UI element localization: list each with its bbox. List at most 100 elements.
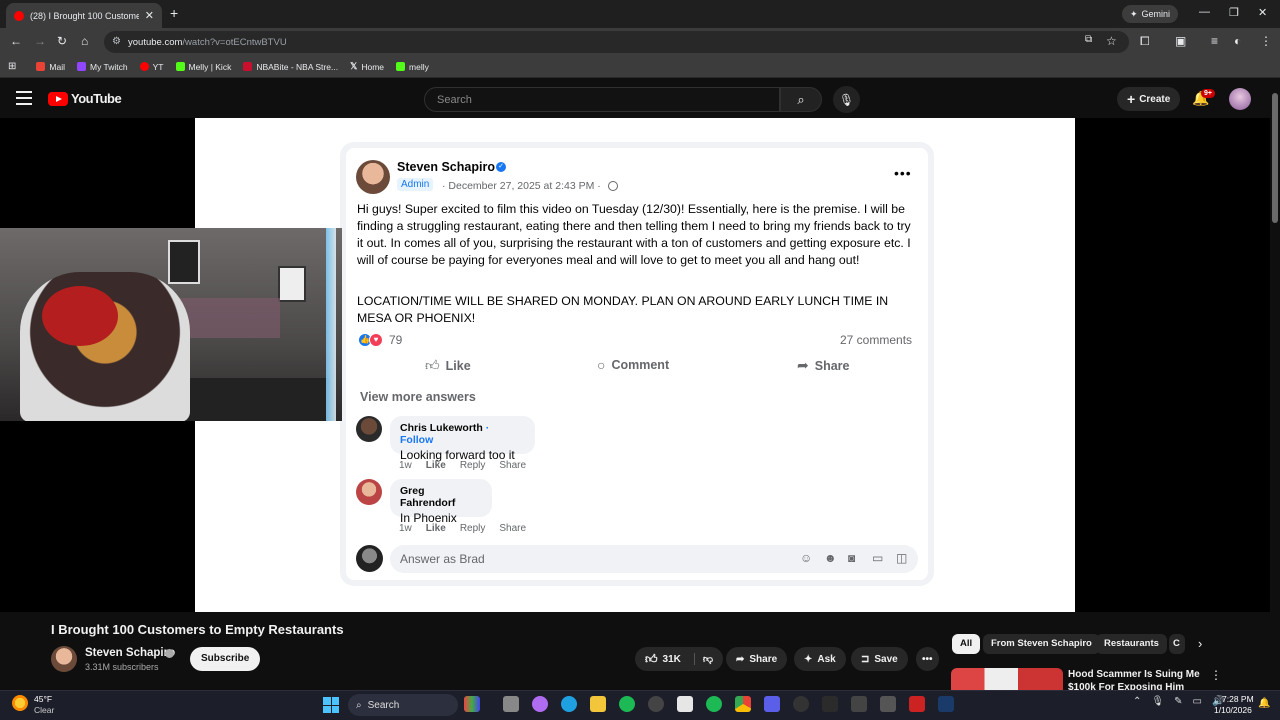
mail-icon [36, 62, 46, 71]
recommended-title[interactable]: Hood Scammer Is Suing Me $100k For Expos… [1068, 668, 1208, 690]
channel-name[interactable]: Steven Schapiro [85, 647, 175, 659]
chip-more[interactable]: C [1169, 634, 1185, 654]
plush-shelf [180, 298, 280, 338]
close-window-icon[interactable]: ✕ [1258, 6, 1267, 19]
address-bar[interactable]: ⚙ youtube.com/watch?v=otECntwBTVU [104, 31, 1129, 53]
recommended-thumbnail[interactable] [951, 668, 1063, 690]
terminal-icon[interactable] [822, 696, 838, 712]
microphone-icon[interactable]: 🎙 [1151, 696, 1164, 707]
recommended-more-icon[interactable]: ⋮ [1210, 668, 1222, 682]
taskbar-search[interactable]: ⌕ Search [348, 694, 458, 716]
install-icon[interactable]: ⧉ [1085, 34, 1092, 45]
bookmark-mail[interactable]: Mail [36, 62, 65, 72]
more-menu-icon[interactable]: ⋮ [1260, 34, 1272, 48]
twitch-icon [76, 62, 86, 71]
share-button[interactable]: ➦ Share [726, 647, 788, 671]
author-avatar [356, 160, 390, 194]
minimize-icon[interactable]: — [1199, 6, 1210, 18]
create-button[interactable]: + Create [1117, 87, 1181, 111]
answer-input: Answer as Brad [390, 545, 918, 573]
led-light [326, 228, 336, 421]
clock-time[interactable]: 7:28 PM [1222, 694, 1254, 704]
subscribe-button[interactable]: Subscribe [190, 647, 261, 671]
copilot-icon[interactable] [532, 696, 548, 712]
channel-avatar[interactable] [51, 646, 77, 672]
chip-restaurants[interactable]: Restaurants [1096, 634, 1167, 654]
commenter-avatar [356, 416, 382, 442]
site-info-icon[interactable]: ⚙ [112, 36, 121, 47]
youtube-logo[interactable]: YouTube [48, 91, 122, 106]
comment-bubble-icon: ○ [597, 357, 606, 373]
verified-badge-icon: ✓ [496, 162, 506, 172]
new-tab-icon[interactable]: + [170, 5, 178, 21]
back-icon[interactable]: ← [10, 34, 22, 48]
steam-icon[interactable] [938, 696, 954, 712]
profile-icon[interactable]: ◐ [1234, 34, 1241, 48]
dislike-icon[interactable]: 👎︎ [693, 653, 713, 665]
weather-icon[interactable] [12, 695, 28, 711]
voice-search-icon[interactable]: 🎙 [833, 86, 860, 113]
nba-icon [243, 62, 253, 71]
account-avatar[interactable] [1229, 88, 1251, 110]
commenter-name: Greg Fahrendorf [400, 485, 456, 509]
thumbs-up-icon: 👍︎ [425, 357, 440, 373]
extensions-icon[interactable]: ⧠ [1140, 34, 1150, 49]
sidepanel-icon[interactable]: ▣ [1175, 34, 1186, 48]
store-icon[interactable] [677, 696, 693, 712]
clock-date[interactable]: 1/10/2026 [1214, 705, 1252, 715]
emoji-icon: ☻ [824, 551, 837, 565]
more-actions-button[interactable]: ••• [916, 647, 939, 671]
file-explorer-icon[interactable] [590, 696, 606, 712]
discord-icon[interactable] [764, 696, 780, 712]
edge-icon[interactable] [561, 696, 577, 712]
hamburger-menu-icon[interactable] [16, 91, 32, 105]
restore-icon[interactable]: ❐ [1229, 6, 1239, 19]
share-icon: ➦ [736, 653, 745, 665]
apps-grid-icon[interactable]: ⊞ [8, 61, 16, 72]
home-icon[interactable]: ⌂ [81, 34, 88, 48]
bookmark-label: melly [409, 61, 429, 72]
reload-icon[interactable]: ↻ [57, 34, 67, 48]
search-input[interactable]: Search [424, 87, 780, 112]
media-player-icon[interactable] [793, 696, 809, 712]
bookmark-twitch[interactable]: My Twitch [76, 62, 128, 72]
browser-tab[interactable]: (28) I Brought 100 Customers to ✕ [6, 3, 162, 28]
bookmark-x-home[interactable]: 𝕏 Home [350, 61, 384, 72]
chip-all[interactable]: All [952, 634, 981, 654]
like-button[interactable]: 👍︎ 31K 👎︎ [635, 647, 724, 671]
forward-icon[interactable]: → [34, 34, 46, 48]
youtube-favicon-icon [14, 10, 24, 21]
chevron-right-icon[interactable]: › [1198, 636, 1202, 651]
bookmark-melly[interactable]: melly [396, 62, 429, 72]
network-icon[interactable]: ▭ [1192, 696, 1201, 707]
ask-button[interactable]: ✦ Ask [794, 647, 846, 671]
github-icon[interactable] [648, 696, 664, 712]
chip-from-channel[interactable]: From Steven Schapiro [983, 634, 1100, 654]
chrome-icon[interactable] [735, 696, 751, 712]
spotify-icon[interactable] [706, 696, 722, 712]
bookmark-star-icon[interactable]: ☆ [1106, 34, 1117, 48]
obs-icon[interactable] [851, 696, 867, 712]
bookmark-nbabite[interactable]: NBABite - NBA Stre... [243, 62, 338, 72]
gemini-button[interactable]: ✦ Gemini [1122, 5, 1179, 23]
media-icon[interactable]: ≡ [1211, 34, 1218, 48]
task-view-icon[interactable] [503, 696, 519, 712]
save-button[interactable]: ⊐ Save [851, 647, 908, 671]
app-red-icon[interactable] [909, 696, 925, 712]
bookmark-kick[interactable]: Melly | Kick [175, 61, 232, 72]
close-tab-icon[interactable]: ✕ [145, 9, 154, 22]
app-icon[interactable] [880, 696, 896, 712]
post-date: · December 27, 2025 at 2:43 PM · [442, 180, 601, 192]
scrollbar-thumb[interactable] [1272, 93, 1278, 223]
bookmark-label: Melly | Kick [188, 61, 232, 72]
search-button[interactable]: ⌕ [780, 87, 822, 112]
xbox-icon[interactable] [619, 696, 635, 712]
chevron-up-icon[interactable]: ⌃ [1133, 696, 1141, 707]
kick-icon [396, 62, 406, 71]
start-windows-icon[interactable] [323, 697, 339, 713]
notification-bell-icon[interactable]: 🔔 [1258, 698, 1270, 709]
comment-action: ○ Comment [597, 357, 669, 373]
pen-icon[interactable]: ✎ [1174, 696, 1182, 707]
bookmark-yt[interactable]: YT [139, 62, 164, 72]
widget-app-icon[interactable] [464, 696, 480, 712]
